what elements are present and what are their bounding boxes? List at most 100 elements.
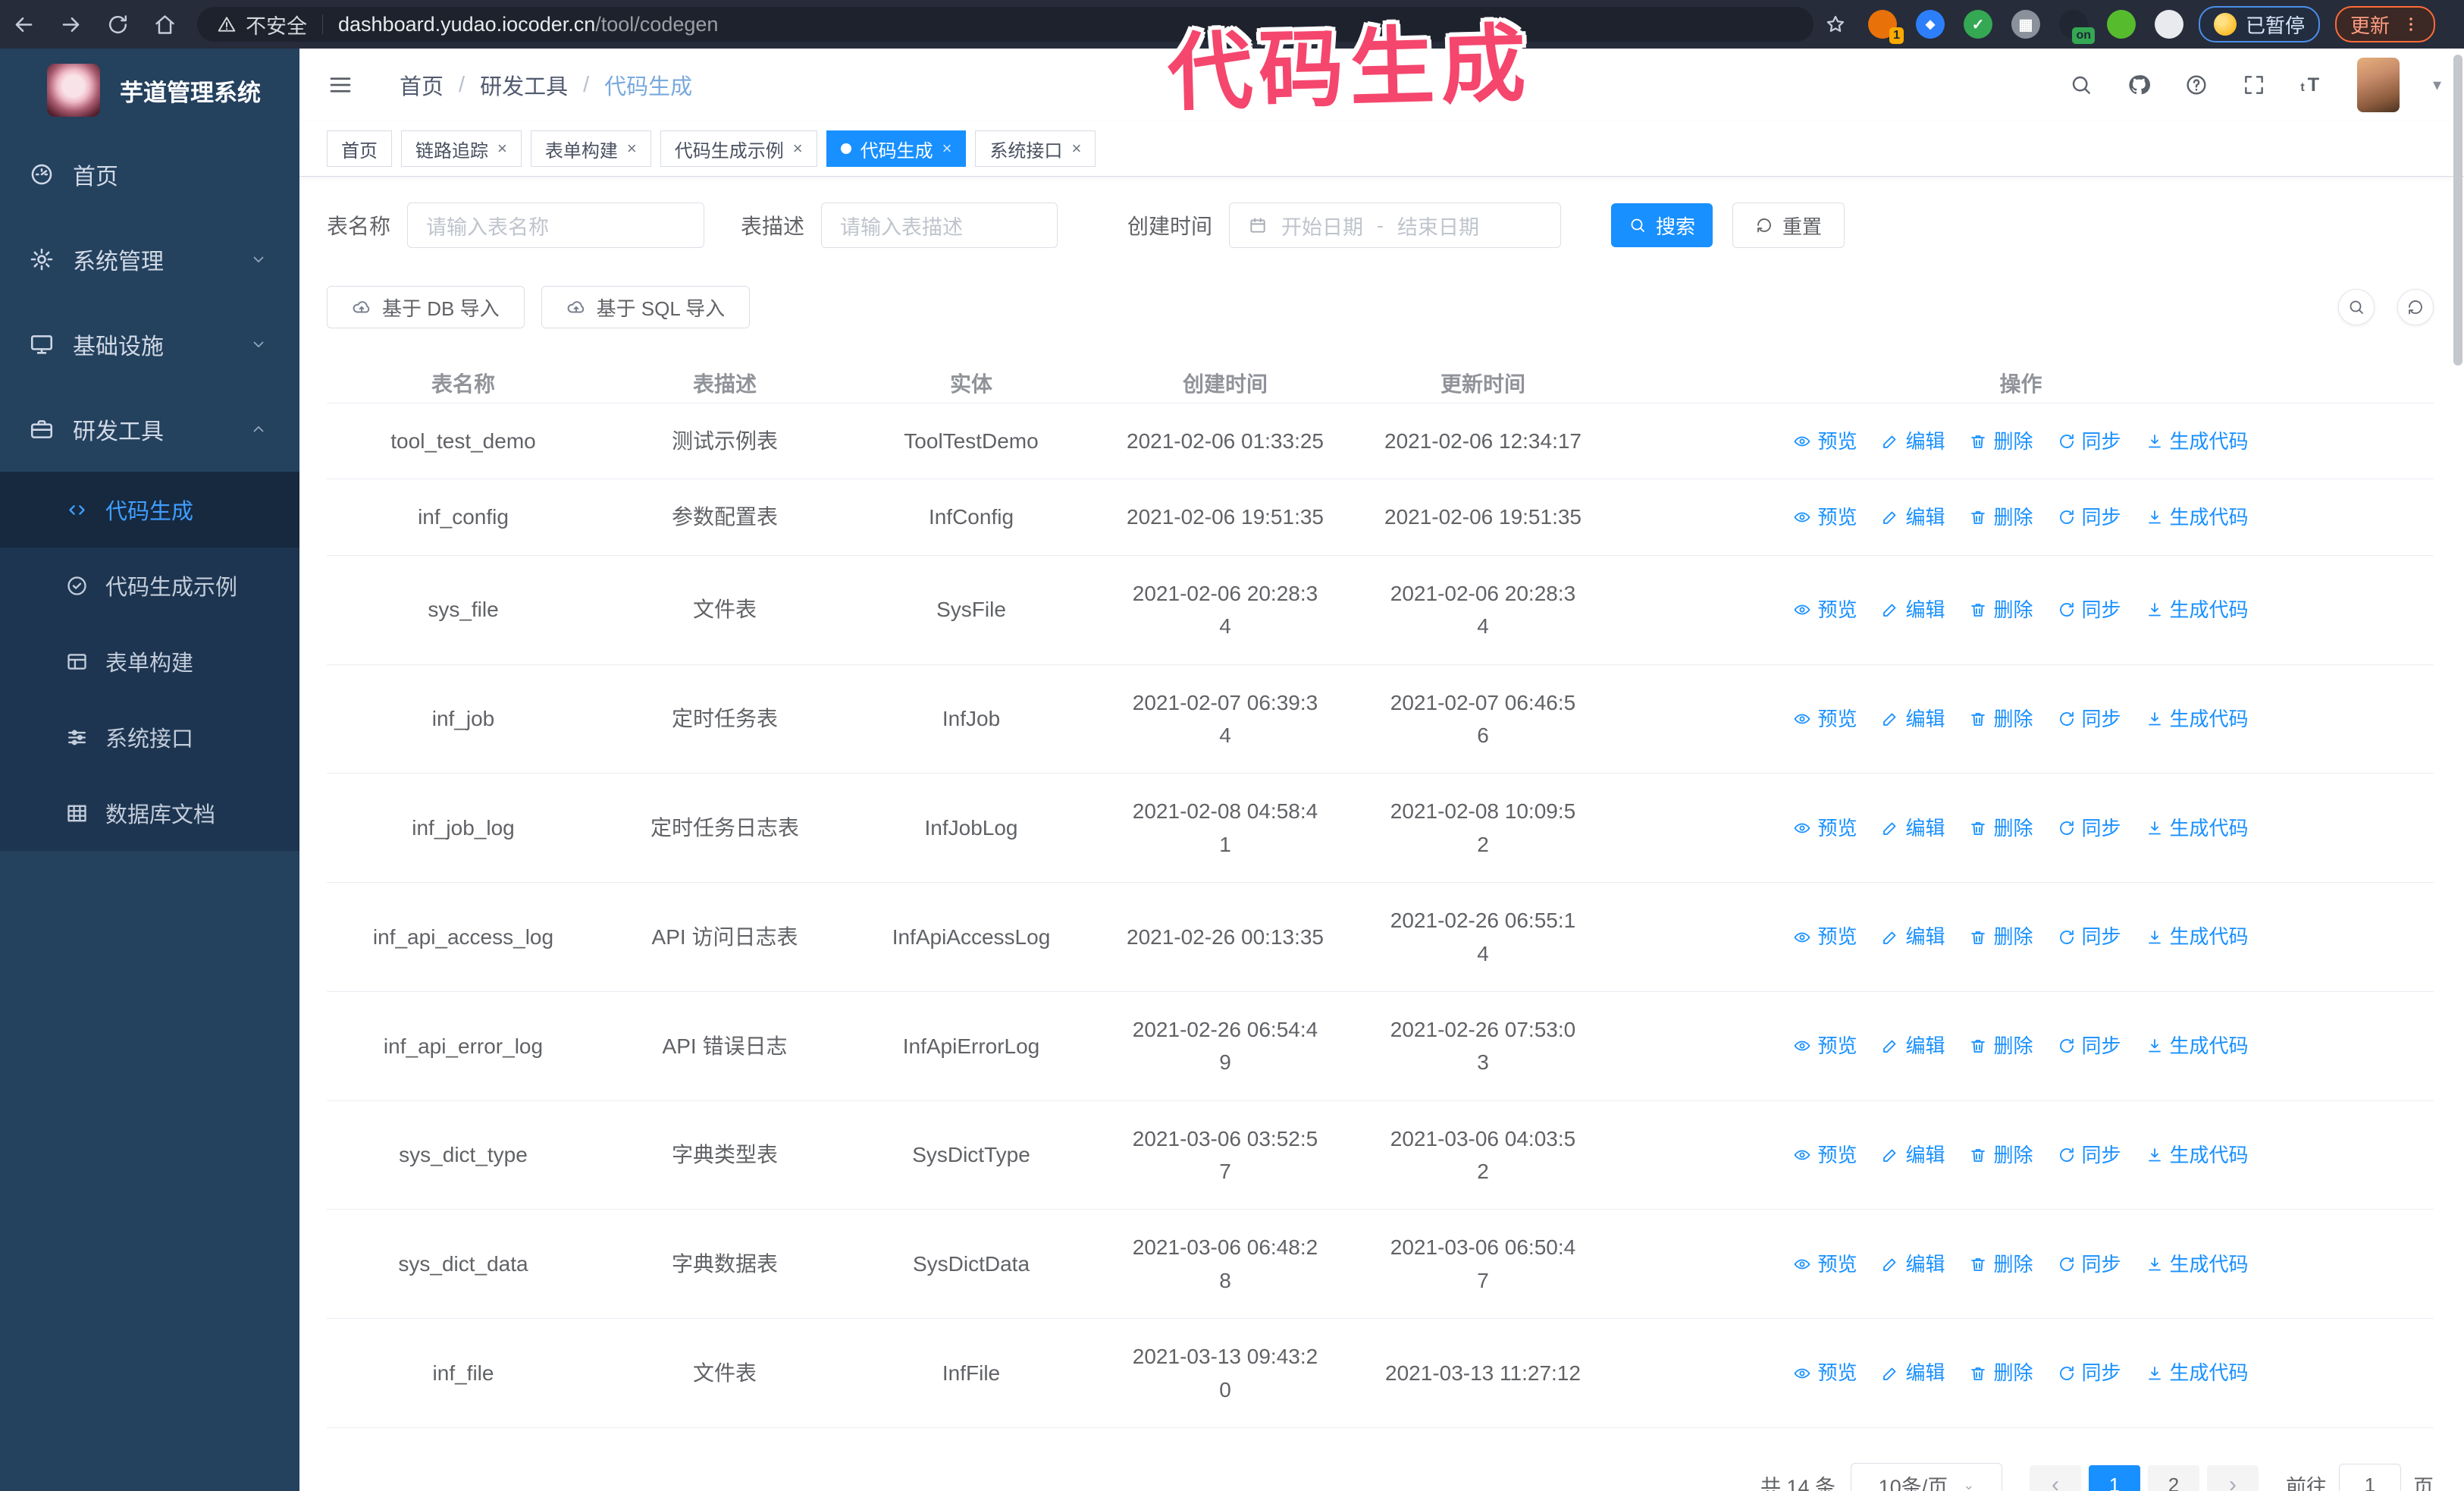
generate-code-link[interactable]: 生成代码 [2146, 1249, 2249, 1279]
extension-grid-icon[interactable]: ▦ [2011, 10, 2040, 39]
hamburger-icon[interactable] [327, 71, 354, 99]
refresh-icon[interactable] [2397, 289, 2434, 325]
breadcrumb-item[interactable]: 研发工具 [480, 69, 568, 101]
edit-link[interactable]: 编辑 [1881, 1031, 1945, 1061]
next-page-button[interactable]: › [2207, 1465, 2259, 1491]
address-bar[interactable]: 不安全 dashboard.yudao.iocoder.cn/tool/code… [197, 7, 1814, 42]
tab[interactable]: 代码生成示例 × [660, 130, 817, 167]
extension-orange-icon[interactable]: 1 [1868, 10, 1904, 44]
font-size-icon[interactable]: tT [2299, 73, 2324, 97]
sidebar-item[interactable]: 研发工具 [0, 387, 299, 472]
delete-link[interactable]: 删除 [1969, 426, 2033, 457]
sync-link[interactable]: 同步 [2058, 1140, 2121, 1170]
breadcrumb-item[interactable]: 首页 [400, 69, 444, 101]
delete-link[interactable]: 删除 [1969, 813, 2033, 843]
sync-link[interactable]: 同步 [2058, 921, 2121, 952]
edit-link[interactable]: 编辑 [1881, 1140, 1945, 1170]
edit-link[interactable]: 编辑 [1881, 704, 1945, 734]
preview-link[interactable]: 预览 [1793, 1249, 1857, 1279]
sidebar-subitem[interactable]: 数据库文档 [0, 775, 299, 851]
sync-link[interactable]: 同步 [2058, 426, 2121, 457]
reload-icon[interactable] [94, 3, 141, 46]
preview-link[interactable]: 预览 [1793, 921, 1857, 952]
github-icon[interactable] [2127, 73, 2151, 97]
toggle-search-icon[interactable] [2338, 289, 2375, 325]
more-vertical-icon[interactable] [2402, 15, 2420, 33]
generate-code-link[interactable]: 生成代码 [2146, 921, 2249, 952]
tab[interactable]: 表单构建 × [530, 130, 651, 167]
db-import-button[interactable]: 基于 DB 导入 [327, 286, 525, 328]
fullscreen-icon[interactable] [2242, 73, 2266, 97]
sidebar-item[interactable]: 系统管理 [0, 217, 299, 302]
generate-code-link[interactable]: 生成代码 [2146, 502, 2249, 532]
close-icon[interactable]: × [942, 139, 952, 159]
preview-link[interactable]: 预览 [1793, 595, 1857, 625]
generate-code-link[interactable]: 生成代码 [2146, 595, 2249, 625]
page-size-select[interactable]: 10条/页 ⌄ [1851, 1463, 2002, 1491]
generate-code-link[interactable]: 生成代码 [2146, 704, 2249, 734]
preview-link[interactable]: 预览 [1793, 1031, 1857, 1061]
close-icon[interactable]: × [627, 139, 637, 159]
delete-link[interactable]: 删除 [1969, 1140, 2033, 1170]
preview-link[interactable]: 预览 [1793, 426, 1857, 457]
close-icon[interactable]: × [497, 139, 507, 159]
tab[interactable]: 系统接口 × [975, 130, 1096, 167]
delete-link[interactable]: 删除 [1969, 1031, 2033, 1061]
generate-code-link[interactable]: 生成代码 [2146, 1140, 2249, 1170]
preview-link[interactable]: 预览 [1793, 502, 1857, 532]
home-icon[interactable] [141, 3, 188, 46]
search-button[interactable]: 搜索 [1611, 203, 1713, 247]
preview-link[interactable]: 预览 [1793, 704, 1857, 734]
avatar[interactable] [2356, 58, 2400, 112]
table-desc-input[interactable]: 请输入表描述 [821, 202, 1058, 248]
sync-link[interactable]: 同步 [2058, 704, 2121, 734]
date-range-picker[interactable]: 开始日期 - 结束日期 [1229, 202, 1562, 248]
preview-link[interactable]: 预览 [1793, 1140, 1857, 1170]
extension-gem-icon[interactable]: ◆ [1916, 10, 1945, 39]
sidebar-item[interactable]: 首页 [0, 132, 299, 217]
delete-link[interactable]: 删除 [1969, 595, 2033, 625]
sync-link[interactable]: 同步 [2058, 595, 2121, 625]
edit-link[interactable]: 编辑 [1881, 502, 1945, 532]
sync-link[interactable]: 同步 [2058, 502, 2121, 532]
sidebar-subitem[interactable]: 系统接口 [0, 699, 299, 775]
sync-link[interactable]: 同步 [2058, 813, 2121, 843]
sidebar-subitem[interactable]: 表单构建 [0, 623, 299, 699]
edit-link[interactable]: 编辑 [1881, 813, 1945, 843]
extension-on-icon[interactable]: on [2059, 10, 2095, 44]
edit-link[interactable]: 编辑 [1881, 921, 1945, 952]
sidebar-logo[interactable]: 芋道管理系统 [0, 49, 299, 132]
edit-link[interactable]: 编辑 [1881, 1358, 1945, 1388]
delete-link[interactable]: 删除 [1969, 1249, 2033, 1279]
scrollbar-thumb[interactable] [2453, 55, 2462, 366]
page-number-button[interactable]: 2 [2148, 1465, 2199, 1491]
back-icon[interactable] [0, 3, 47, 46]
sync-link[interactable]: 同步 [2058, 1358, 2121, 1388]
bookmark-star-icon[interactable] [1814, 3, 1857, 46]
caret-down-icon[interactable]: ▾ [2433, 75, 2441, 95]
reset-button[interactable]: 重置 [1732, 202, 1845, 248]
table-name-input[interactable]: 请输入表名称 [407, 202, 705, 248]
search-icon[interactable] [2069, 73, 2093, 97]
close-icon[interactable]: × [793, 139, 803, 159]
preview-link[interactable]: 预览 [1793, 1358, 1857, 1388]
help-icon[interactable] [2184, 73, 2209, 97]
sidebar-item[interactable]: 基础设施 [0, 302, 299, 387]
sync-link[interactable]: 同步 [2058, 1249, 2121, 1279]
edit-link[interactable]: 编辑 [1881, 1249, 1945, 1279]
generate-code-link[interactable]: 生成代码 [2146, 1358, 2249, 1388]
tab[interactable]: 链路追踪 × [401, 130, 522, 167]
tab[interactable]: 首页 [327, 130, 392, 167]
delete-link[interactable]: 删除 [1969, 704, 2033, 734]
prev-page-button[interactable]: ‹ [2030, 1465, 2081, 1491]
sidebar-subitem[interactable]: 代码生成 [0, 472, 299, 548]
forward-icon[interactable] [47, 3, 94, 46]
generate-code-link[interactable]: 生成代码 [2146, 426, 2249, 457]
edit-link[interactable]: 编辑 [1881, 426, 1945, 457]
extension-robot-icon[interactable] [2107, 10, 2136, 39]
tab[interactable]: 代码生成 × [826, 130, 967, 167]
delete-link[interactable]: 删除 [1969, 1358, 2033, 1388]
delete-link[interactable]: 删除 [1969, 921, 2033, 952]
update-button[interactable]: 更新 [2335, 6, 2436, 42]
generate-code-link[interactable]: 生成代码 [2146, 1031, 2249, 1061]
